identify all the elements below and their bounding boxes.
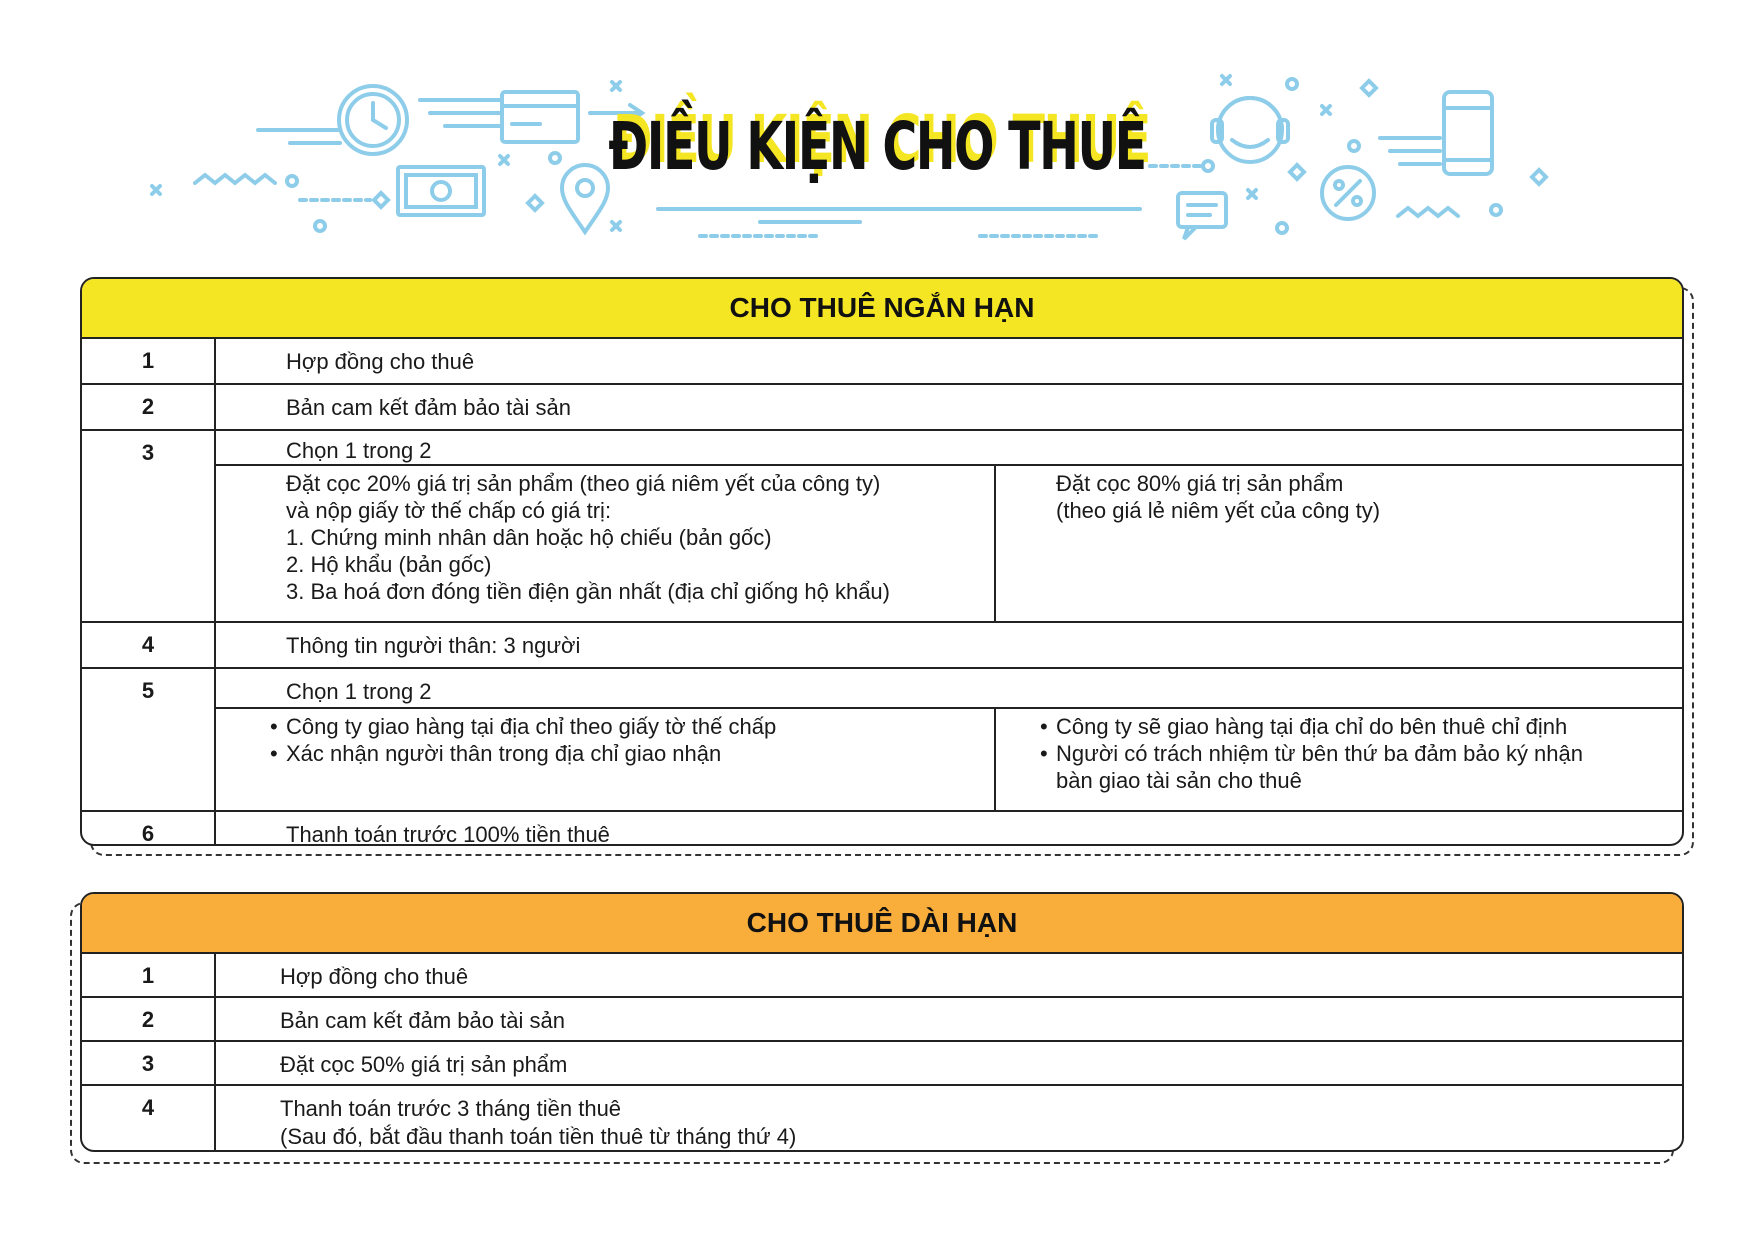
row-text: Thông tin người thân: 3 người (286, 633, 581, 658)
row-text: Bản cam kết đảm bảo tài sản (280, 1008, 565, 1033)
table-row: 2 Bản cam kết đảm bảo tài sản (82, 385, 1682, 431)
option-line: và nộp giấy tờ thế chấp có giá trị: (286, 498, 612, 523)
row-text: Bản cam kết đảm bảo tài sản (286, 395, 571, 420)
table-row: 4 Thông tin người thân: 3 người (82, 623, 1682, 669)
option-right: Đặt cọc 80% giá trị sản phẩm (theo giá l… (996, 466, 1682, 621)
option-line: 2. Hộ khẩu (bản gốc) (286, 552, 492, 577)
option-right: Công ty sẽ giao hàng tại địa chỉ do bên … (996, 709, 1682, 810)
chat-icon (1176, 191, 1228, 241)
row-text: Hợp đồng cho thuê (286, 349, 475, 374)
short-term-title: CHO THUÊ NGẮN HẠN (82, 279, 1682, 339)
row-number: 3 (82, 1042, 216, 1084)
long-term-title: CHO THUÊ DÀI HẠN (82, 894, 1682, 954)
bullet-item: Công ty sẽ giao hàng tại địa chỉ do bên … (1040, 713, 1682, 740)
option-line: Đặt cọc 20% giá trị sản phẩm (theo giá n… (286, 471, 881, 496)
table-row: 1 Hợp đồng cho thuê (82, 954, 1682, 998)
table-row: 6 Thanh toán trước 100% tiền thuê (82, 812, 1682, 846)
table-row: 2 Bản cam kết đảm bảo tài sản (82, 998, 1682, 1042)
row-note: (Sau đó, bắt đầu thanh toán tiền thuê từ… (280, 1124, 797, 1149)
row-number: 2 (82, 998, 216, 1040)
table-row: 1 Hợp đồng cho thuê (82, 339, 1682, 385)
table-row: 4 Thanh toán trước 3 tháng tiền thuê (Sa… (82, 1086, 1682, 1150)
row-number: 3 (82, 431, 216, 621)
bullet-item: Xác nhận người thân trong địa chỉ giao n… (270, 740, 994, 767)
row-text: Hợp đồng cho thuê (280, 964, 469, 989)
row-number: 1 (82, 339, 216, 383)
row-text: Chọn 1 trong 2 (286, 679, 432, 704)
short-term-card: CHO THUÊ NGẮN HẠN 1 Hợp đồng cho thuê 2 … (80, 277, 1694, 856)
row-number: 2 (82, 385, 216, 429)
option-line: 1. Chứng minh nhân dân hoặc hộ chiếu (bả… (286, 525, 772, 550)
long-term-card: CHO THUÊ DÀI HẠN 1 Hợp đồng cho thuê 2 B… (70, 892, 1684, 1164)
option-line: bàn giao tài sản cho thuê (1056, 768, 1302, 793)
bullet-item: Người có trách nhiệm từ bên thứ ba đảm b… (1040, 740, 1682, 767)
table-row: 3 Đặt cọc 50% giá trị sản phẩm (82, 1042, 1682, 1086)
page-title: ĐIỀU KIỆN CHO THUÊ (608, 108, 1147, 185)
row-number: 5 (82, 669, 216, 810)
table-row: 3 Chọn 1 trong 2 Đặt cọc 20% giá trị sản… (82, 431, 1682, 623)
row-text: Thanh toán trước 3 tháng tiền thuê (280, 1096, 622, 1121)
row-number: 4 (82, 623, 216, 667)
option-line: Đặt cọc 80% giá trị sản phẩm (1056, 471, 1344, 496)
row-text: Đặt cọc 50% giá trị sản phẩm (280, 1052, 568, 1077)
row-number: 6 (82, 812, 216, 844)
option-left: Công ty giao hàng tại địa chỉ theo giấy … (216, 709, 996, 810)
table-row: 5 Chọn 1 trong 2 Công ty giao hàng tại đ… (82, 669, 1682, 812)
row-text: Thanh toán trước 100% tiền thuê (286, 822, 610, 846)
option-line: 3. Ba hoá đơn đóng tiền điện gần nhất (đ… (286, 579, 890, 604)
option-left: Đặt cọc 20% giá trị sản phẩm (theo giá n… (216, 466, 996, 621)
row-text: Chọn 1 trong 2 (286, 438, 432, 463)
row-number: 4 (82, 1086, 216, 1150)
option-line: (theo giá lẻ niêm yết của công ty) (1056, 498, 1381, 523)
row-number: 1 (82, 954, 216, 996)
bullet-item: Công ty giao hàng tại địa chỉ theo giấy … (270, 713, 994, 740)
